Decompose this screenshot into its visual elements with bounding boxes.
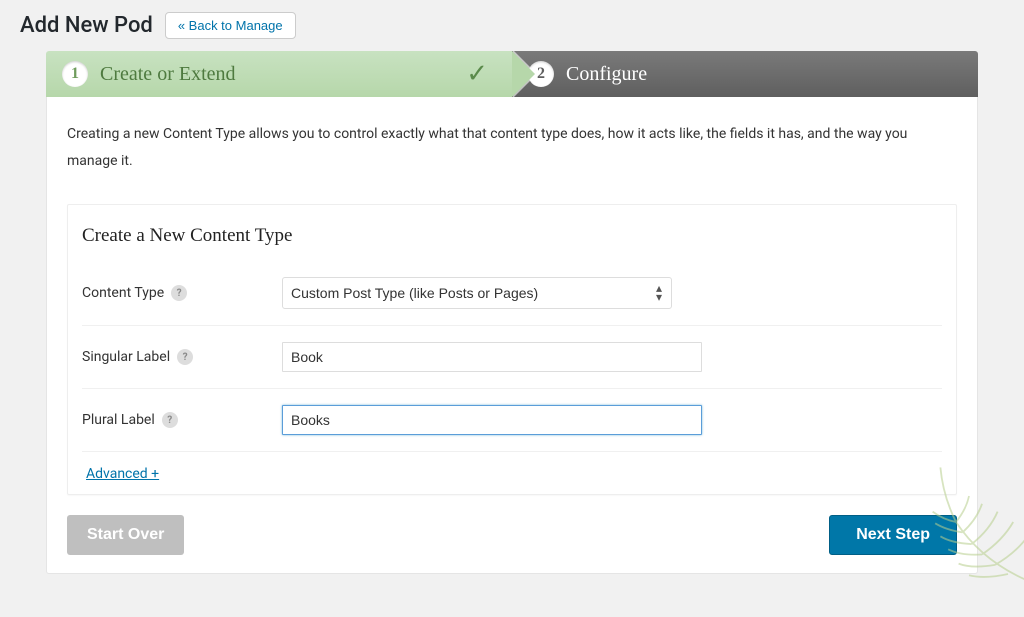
row-singular-label: Singular Label ? [82, 326, 942, 389]
steps-bar: 1 Create or Extend ✓ 2 Configure [46, 51, 978, 97]
intro-text: Creating a new Content Type allows you t… [67, 121, 957, 174]
page-header: Add New Pod « Back to Manage [0, 0, 1024, 51]
plural-label-input[interactable] [282, 405, 702, 435]
step-label-1: Create or Extend [100, 63, 236, 86]
card-title: Create a New Content Type [82, 225, 942, 247]
label-singular-text: Singular Label [82, 349, 170, 365]
label-plural: Plural Label ? [82, 412, 282, 428]
start-over-button[interactable]: Start Over [67, 515, 184, 555]
step-number-1: 1 [62, 61, 88, 87]
create-content-type-card: Create a New Content Type Content Type ?… [67, 204, 957, 495]
step-label-2: Configure [566, 63, 647, 86]
label-plural-text: Plural Label [82, 412, 155, 428]
page-title: Add New Pod [20, 13, 153, 38]
row-plural-label: Plural Label ? [82, 389, 942, 452]
advanced-toggle-link[interactable]: Advanced + [86, 466, 159, 482]
step-configure[interactable]: 2 Configure [512, 51, 978, 97]
help-icon[interactable]: ? [171, 285, 187, 301]
checkmark-icon: ✓ [466, 59, 488, 89]
label-content-type-text: Content Type [82, 285, 164, 301]
row-content-type: Content Type ? Custom Post Type (like Po… [82, 271, 942, 326]
help-icon[interactable]: ? [162, 412, 178, 428]
wizard-footer: Start Over Next Step [67, 515, 957, 555]
next-step-button[interactable]: Next Step [829, 515, 957, 555]
help-icon[interactable]: ? [177, 349, 193, 365]
label-singular: Singular Label ? [82, 349, 282, 365]
content-type-select[interactable]: Custom Post Type (like Posts or Pages) [282, 277, 672, 309]
back-to-manage-button[interactable]: « Back to Manage [165, 12, 296, 39]
label-content-type: Content Type ? [82, 285, 282, 301]
wizard-panel: Creating a new Content Type allows you t… [46, 97, 978, 574]
wizard-container: 1 Create or Extend ✓ 2 Configure Creatin… [46, 51, 978, 574]
step-create-or-extend[interactable]: 1 Create or Extend ✓ [46, 51, 512, 97]
singular-label-input[interactable] [282, 342, 702, 372]
